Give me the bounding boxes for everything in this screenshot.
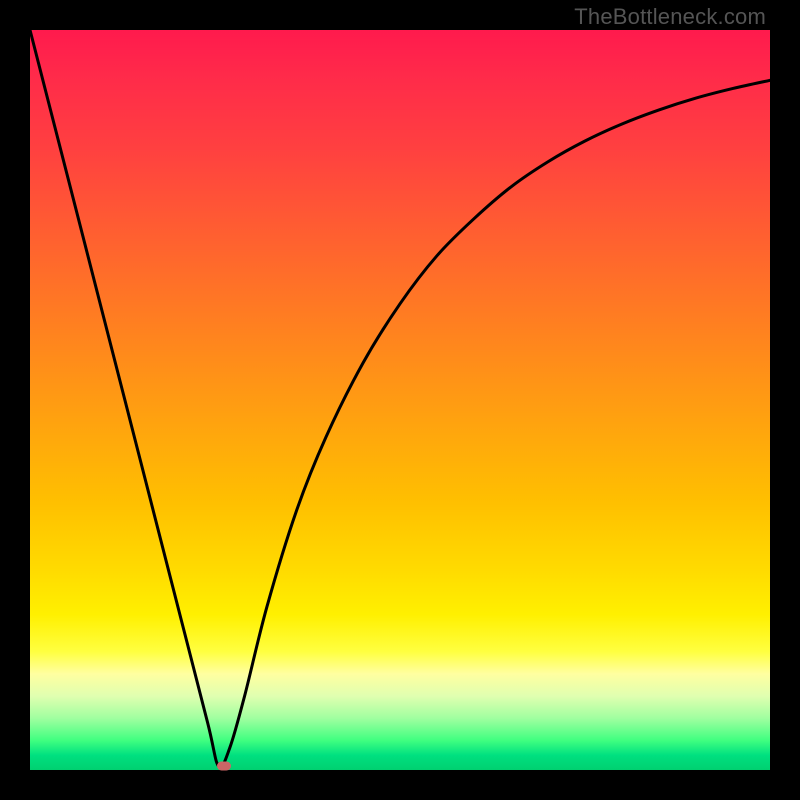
watermark-text: TheBottleneck.com	[574, 4, 766, 30]
bottleneck-curve	[30, 30, 770, 767]
minimum-marker	[217, 761, 231, 770]
chart-frame: TheBottleneck.com	[0, 0, 800, 800]
chart-svg	[30, 30, 770, 770]
plot-area	[30, 30, 770, 770]
